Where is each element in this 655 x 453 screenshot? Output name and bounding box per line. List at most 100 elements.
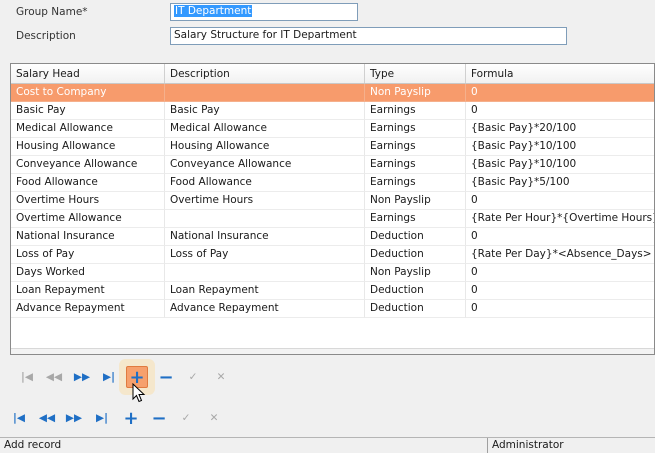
previous-record-icon: ◀◀: [38, 412, 56, 424]
post-edit-button[interactable]: ✓: [182, 366, 204, 388]
type-cell[interactable]: Earnings: [365, 120, 466, 138]
type-cell[interactable]: Earnings: [365, 174, 466, 192]
formula-cell[interactable]: {Basic Pay}*10/100: [466, 138, 654, 156]
salary-head-cell[interactable]: Advance Repayment: [11, 300, 165, 318]
column-header-salary-head[interactable]: Salary Head: [11, 64, 165, 83]
table-row[interactable]: Cost to Company Non Payslip 0: [11, 84, 654, 102]
type-cell[interactable]: Non Payslip: [365, 192, 466, 210]
type-cell[interactable]: Deduction: [365, 300, 466, 318]
description-value: Salary Structure for IT Department: [174, 29, 357, 41]
type-cell[interactable]: Non Payslip: [365, 84, 466, 102]
column-header-formula[interactable]: Formula: [466, 64, 654, 83]
last-record-button[interactable]: ▶|: [98, 366, 120, 388]
formula-cell[interactable]: 0: [466, 282, 654, 300]
table-row[interactable]: Overtime Hours Overtime Hours Non Payslip 0: [11, 192, 654, 210]
formula-cell[interactable]: 0: [466, 102, 654, 120]
form-next-record-button[interactable]: ▶▶: [63, 407, 85, 429]
table-row[interactable]: Advance Repayment Advance Repayment Deduct…: [11, 300, 654, 318]
description-cell[interactable]: [165, 84, 365, 102]
description-cell[interactable]: National Insurance: [165, 228, 365, 246]
column-header-type[interactable]: Type: [365, 64, 466, 83]
formula-cell[interactable]: {Rate Per Hour}*{Overtime Hours}: [466, 210, 654, 228]
formula-cell[interactable]: 0: [466, 228, 654, 246]
add-icon: +: [123, 407, 139, 429]
form-first-record-button[interactable]: |◀: [8, 407, 30, 429]
form-previous-record-button[interactable]: ◀◀: [36, 407, 58, 429]
salary-head-cell[interactable]: National Insurance: [11, 228, 165, 246]
table-row[interactable]: Loan Repayment Loan Repayment Deduction 0: [11, 282, 654, 300]
formula-cell[interactable]: 0: [466, 264, 654, 282]
salary-head-cell[interactable]: Loss of Pay: [11, 246, 165, 264]
delete-record-button[interactable]: −: [155, 366, 177, 388]
salary-head-cell[interactable]: Cost to Company: [11, 84, 165, 102]
table-row[interactable]: Loss of Pay Loss of Pay Deduction {Rate Per…: [11, 246, 654, 264]
type-cell[interactable]: Deduction: [365, 246, 466, 264]
type-cell[interactable]: Earnings: [365, 210, 466, 228]
form-delete-record-button[interactable]: −: [148, 407, 170, 429]
type-cell[interactable]: Earnings: [365, 102, 466, 120]
table-row[interactable]: Days Worked Non Payslip 0: [11, 264, 654, 282]
description-cell[interactable]: Loan Repayment: [165, 282, 365, 300]
salary-head-cell[interactable]: Overtime Hours: [11, 192, 165, 210]
first-record-button[interactable]: |◀: [16, 366, 38, 388]
description-cell[interactable]: Overtime Hours: [165, 192, 365, 210]
description-cell[interactable]: Conveyance Allowance: [165, 156, 365, 174]
cancel-edit-button[interactable]: ✕: [210, 366, 232, 388]
salary-head-cell[interactable]: Conveyance Allowance: [11, 156, 165, 174]
formula-cell[interactable]: {Basic Pay}*5/100: [466, 174, 654, 192]
form-cancel-edit-button[interactable]: ✕: [203, 407, 225, 429]
type-cell[interactable]: Deduction: [365, 228, 466, 246]
description-cell[interactable]: Medical Allowance: [165, 120, 365, 138]
salary-head-cell[interactable]: Loan Repayment: [11, 282, 165, 300]
description-row: Description Salary Structure for IT Depa…: [0, 27, 655, 47]
cancel-icon: ✕: [209, 412, 219, 424]
column-header-description[interactable]: Description: [165, 64, 365, 83]
salary-head-cell[interactable]: Days Worked: [11, 264, 165, 282]
description-label: Description: [16, 30, 76, 42]
group-name-row: Group Name* IT Department: [0, 3, 655, 23]
form-add-record-button[interactable]: +: [120, 407, 142, 429]
table-row[interactable]: Housing Allowance Housing Allowance Earnin…: [11, 138, 654, 156]
next-record-icon: ▶▶: [73, 371, 91, 383]
salary-head-cell[interactable]: Overtime Allowance: [11, 210, 165, 228]
table-row[interactable]: Basic Pay Basic Pay Earnings 0: [11, 102, 654, 120]
status-bar: Add record Administrator: [0, 437, 655, 453]
description-cell[interactable]: [165, 210, 365, 228]
salary-head-cell[interactable]: Food Allowance: [11, 174, 165, 192]
table-row[interactable]: Conveyance Allowance Conveyance Allowance…: [11, 156, 654, 174]
type-cell[interactable]: Non Payslip: [365, 264, 466, 282]
type-cell[interactable]: Deduction: [365, 282, 466, 300]
previous-record-button[interactable]: ◀◀: [43, 366, 65, 388]
table-row[interactable]: National Insurance National Insurance Dedu…: [11, 228, 654, 246]
table-row[interactable]: Medical Allowance Medical Allowance Earnin…: [11, 120, 654, 138]
description-cell[interactable]: Advance Repayment: [165, 300, 365, 318]
form-post-edit-button[interactable]: ✓: [175, 407, 197, 429]
salary-heads-grid[interactable]: Salary Head Description Type Formula Cos…: [10, 63, 655, 355]
description-cell[interactable]: Housing Allowance: [165, 138, 365, 156]
formula-cell[interactable]: 0: [466, 192, 654, 210]
group-name-input[interactable]: IT Department: [170, 3, 358, 21]
description-cell[interactable]: [165, 264, 365, 282]
formula-cell[interactable]: 0: [466, 300, 654, 318]
formula-cell[interactable]: {Rate Per Day}*<Absence_Days>: [466, 246, 654, 264]
type-cell[interactable]: Earnings: [365, 156, 466, 174]
next-record-button[interactable]: ▶▶: [71, 366, 93, 388]
description-input[interactable]: Salary Structure for IT Department: [170, 27, 567, 45]
formula-cell[interactable]: {Basic Pay}*10/100: [466, 156, 654, 174]
first-record-icon: |◀: [21, 371, 33, 383]
formula-cell[interactable]: {Basic Pay}*20/100: [466, 120, 654, 138]
first-record-icon: |◀: [13, 412, 25, 424]
table-row[interactable]: Overtime Allowance Earnings {Rate Per Hour…: [11, 210, 654, 228]
description-cell[interactable]: Food Allowance: [165, 174, 365, 192]
description-cell[interactable]: Loss of Pay: [165, 246, 365, 264]
formula-cell[interactable]: 0: [466, 84, 654, 102]
salary-head-cell[interactable]: Medical Allowance: [11, 120, 165, 138]
table-row[interactable]: Food Allowance Food Allowance Earnings {Bas…: [11, 174, 654, 192]
status-message: Add record: [4, 439, 62, 451]
salary-head-cell[interactable]: Basic Pay: [11, 102, 165, 120]
type-cell[interactable]: Earnings: [365, 138, 466, 156]
group-name-value: IT Department: [174, 5, 253, 17]
description-cell[interactable]: Basic Pay: [165, 102, 365, 120]
form-last-record-button[interactable]: ▶|: [91, 407, 113, 429]
salary-head-cell[interactable]: Housing Allowance: [11, 138, 165, 156]
